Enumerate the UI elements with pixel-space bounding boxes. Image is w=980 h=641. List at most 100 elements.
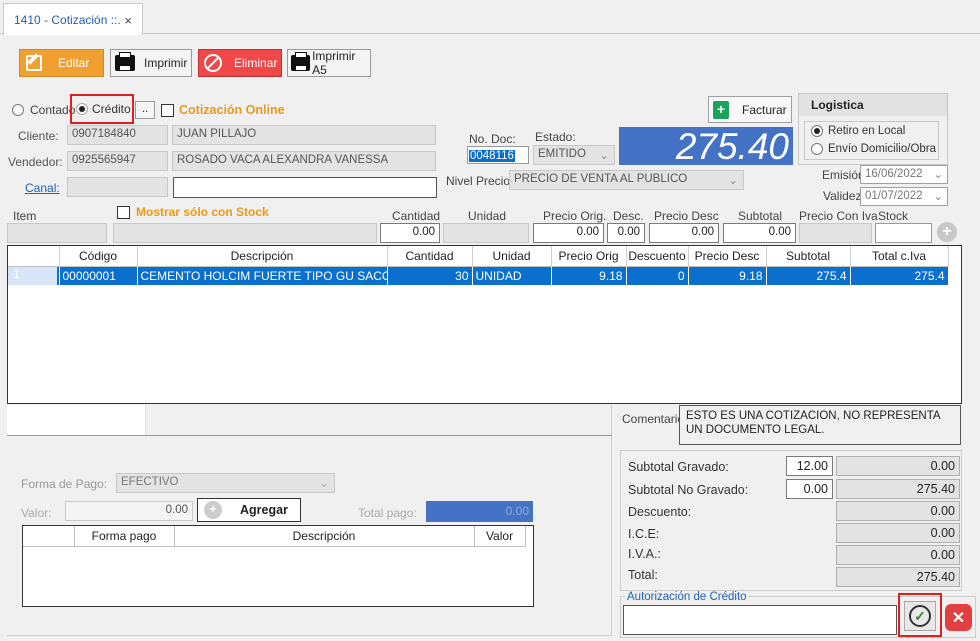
grid-header-orig[interactable]: Precio Orig — [551, 246, 627, 267]
chevron-down-icon: ⌄ — [319, 478, 329, 490]
seller-name-field[interactable]: ROSADO VACA ALEXANDRA VANESSA — [172, 151, 436, 171]
gravado-pct-field[interactable]: 12.00 — [786, 456, 833, 476]
logistics-title: Logistica — [799, 94, 947, 116]
radio-credit-indicator[interactable] — [76, 103, 88, 115]
unit-label: Unidad — [468, 209, 507, 223]
total-label: Total: — [628, 568, 658, 582]
payment-value-label: Valor: — [21, 506, 52, 520]
credit-auth-label: Autorización de Crédito — [625, 591, 749, 603]
grid-header-total[interactable]: Total c.Iva — [850, 246, 949, 267]
doc-no-field[interactable]: 0048116 — [467, 146, 529, 164]
items-grid: Código Descripción Cantidad Unidad Preci… — [7, 245, 962, 404]
stock-field[interactable] — [875, 223, 932, 243]
qty-label: Cantidad — [392, 209, 441, 223]
total-value: 275.40 — [836, 567, 960, 587]
delete-button[interactable]: Eliminar — [198, 49, 282, 77]
payment-total-label: Total pago: — [358, 506, 417, 520]
online-checkbox-box[interactable] — [161, 103, 174, 117]
payment-header-value[interactable]: Valor — [474, 526, 526, 547]
client-id-field[interactable]: 0907184840 — [67, 125, 168, 145]
payment-grid: Forma pago Descripción Valor — [22, 525, 534, 607]
stock-only-checkbox[interactable]: Mostrar sólo con Stock — [117, 205, 269, 219]
credit-radio[interactable]: Crédito — [76, 102, 131, 116]
state-select[interactable]: EMITIDO ⌄ — [533, 145, 615, 165]
grid-header-subtotal[interactable]: Subtotal — [766, 246, 851, 267]
payment-total-field: 0.00 — [426, 501, 533, 522]
delivery-radio[interactable]: Envío Domicilio/Obra — [811, 143, 936, 155]
grid-header-desc[interactable]: Descripción — [137, 246, 388, 267]
radio-delivery-indicator[interactable] — [811, 143, 823, 155]
add-icon: + — [204, 501, 222, 519]
table-row[interactable]: 1 00000001 CEMENTO HOLCIM FUERTE TIPO GU… — [8, 266, 949, 285]
disc-price-label: Precio Desc — [654, 209, 719, 223]
print-a5-button[interactable]: Imprimir A5 — [287, 49, 371, 77]
nogravado-pct-field[interactable]: 0.00 — [786, 479, 833, 499]
disc-price-field[interactable]: 0.00 — [649, 223, 719, 243]
credit-options-button[interactable]: .. — [135, 101, 155, 119]
validity-label: Validez: — [823, 189, 865, 203]
payment-value-field[interactable]: 0.00 — [65, 501, 193, 521]
seller-id-field[interactable]: 0925565947 — [67, 151, 168, 171]
chevron-down-icon: ⌄ — [728, 175, 738, 187]
grid-header-unit[interactable]: Unidad — [472, 246, 552, 267]
total-display: 275.40 — [619, 127, 793, 167]
invoice-button[interactable]: + Facturar — [708, 96, 792, 123]
channel-id-field[interactable] — [67, 177, 168, 197]
approve-button[interactable]: ✓ — [904, 601, 936, 631]
price-level-select[interactable]: PRECIO DE VENTA AL PUBLICO ⌄ — [509, 170, 744, 190]
nogravado-value: 275.40 — [836, 479, 960, 499]
local-pickup-radio[interactable]: Retiro en Local — [811, 125, 905, 137]
plus-doc-icon: + — [713, 100, 729, 119]
grid-header-qty[interactable]: Cantidad — [387, 246, 473, 267]
iva-price-label: Precio Con Iva — [799, 209, 878, 223]
orig-price-label: Precio Orig. — [543, 209, 607, 223]
print-button[interactable]: Imprimir — [110, 49, 192, 77]
channel-name-field[interactable] — [173, 177, 437, 198]
grid-header-price[interactable]: Precio Desc — [688, 246, 767, 267]
close-icon[interactable]: × — [124, 13, 132, 28]
iva-value: 0.00 — [836, 545, 960, 565]
radio-cash-indicator[interactable] — [12, 104, 24, 116]
payment-header-desc[interactable]: Descripción — [174, 526, 475, 547]
edit-button[interactable]: Editar — [19, 49, 104, 77]
ice-label: I.C.E: — [628, 527, 660, 541]
add-payment-button[interactable]: + Agregar — [197, 498, 301, 522]
subtotal-field[interactable]: 0.00 — [723, 223, 796, 243]
grid-header-code[interactable]: Código — [59, 246, 138, 267]
tab-cotizacion[interactable]: 1410 - Cotización ::. × — [3, 3, 143, 35]
unit-field[interactable] — [443, 223, 529, 243]
descuento-label: Descuento: — [628, 505, 692, 519]
subtotal-label: Subtotal — [738, 209, 783, 223]
radio-local-indicator[interactable] — [811, 125, 823, 137]
iva-label: I.V.A.: — [628, 547, 661, 561]
grid-header-rownum[interactable] — [8, 246, 60, 267]
online-checkbox[interactable]: Cotización Online — [161, 103, 285, 117]
item-code-field[interactable] — [7, 223, 107, 243]
iva-price-field[interactable] — [799, 223, 872, 243]
reject-button[interactable]: ✕ — [945, 604, 972, 631]
nogravado-label: Subtotal No Gravado: — [628, 483, 749, 497]
validity-date-field[interactable]: 01/07/2022 ⌄ — [860, 187, 948, 206]
emission-date-field[interactable]: 16/06/2022 ⌄ — [860, 165, 948, 184]
descuento-value: 0.00 — [836, 501, 960, 521]
gravado-label: Subtotal Gravado: — [628, 460, 729, 474]
item-desc-field[interactable] — [113, 223, 377, 243]
credit-auth-field[interactable] — [623, 605, 897, 635]
add-item-icon[interactable]: + — [937, 222, 957, 242]
logistics-panel: Logistica Retiro en Local Envío Domicili… — [798, 93, 948, 165]
tab-bar — [0, 0, 980, 34]
qty-field[interactable]: 0.00 — [380, 223, 440, 243]
price-level-label: Nivel Precio: — [446, 174, 514, 188]
stock-only-checkbox-box[interactable] — [117, 205, 130, 219]
edit-icon — [26, 53, 42, 71]
grid-header-disc[interactable]: Descuento — [626, 246, 689, 267]
payment-form-select[interactable]: EFECTIVO ⌄ — [116, 473, 335, 493]
client-name-field[interactable]: JUAN PILLAJO — [172, 125, 436, 145]
disc-field[interactable]: 0.00 — [607, 223, 645, 243]
comment-field[interactable]: ESTO ES UNA COTIZACION, NO REPRESENTA UN… — [679, 405, 961, 445]
payment-header-form[interactable]: Forma pago — [74, 526, 175, 547]
orig-price-field[interactable]: 0.00 — [533, 223, 604, 243]
channel-link[interactable]: Canal: — [25, 181, 60, 195]
grid-header-row: Código Descripción Cantidad Unidad Preci… — [8, 246, 949, 267]
cash-radio[interactable]: Contado — [12, 103, 75, 117]
